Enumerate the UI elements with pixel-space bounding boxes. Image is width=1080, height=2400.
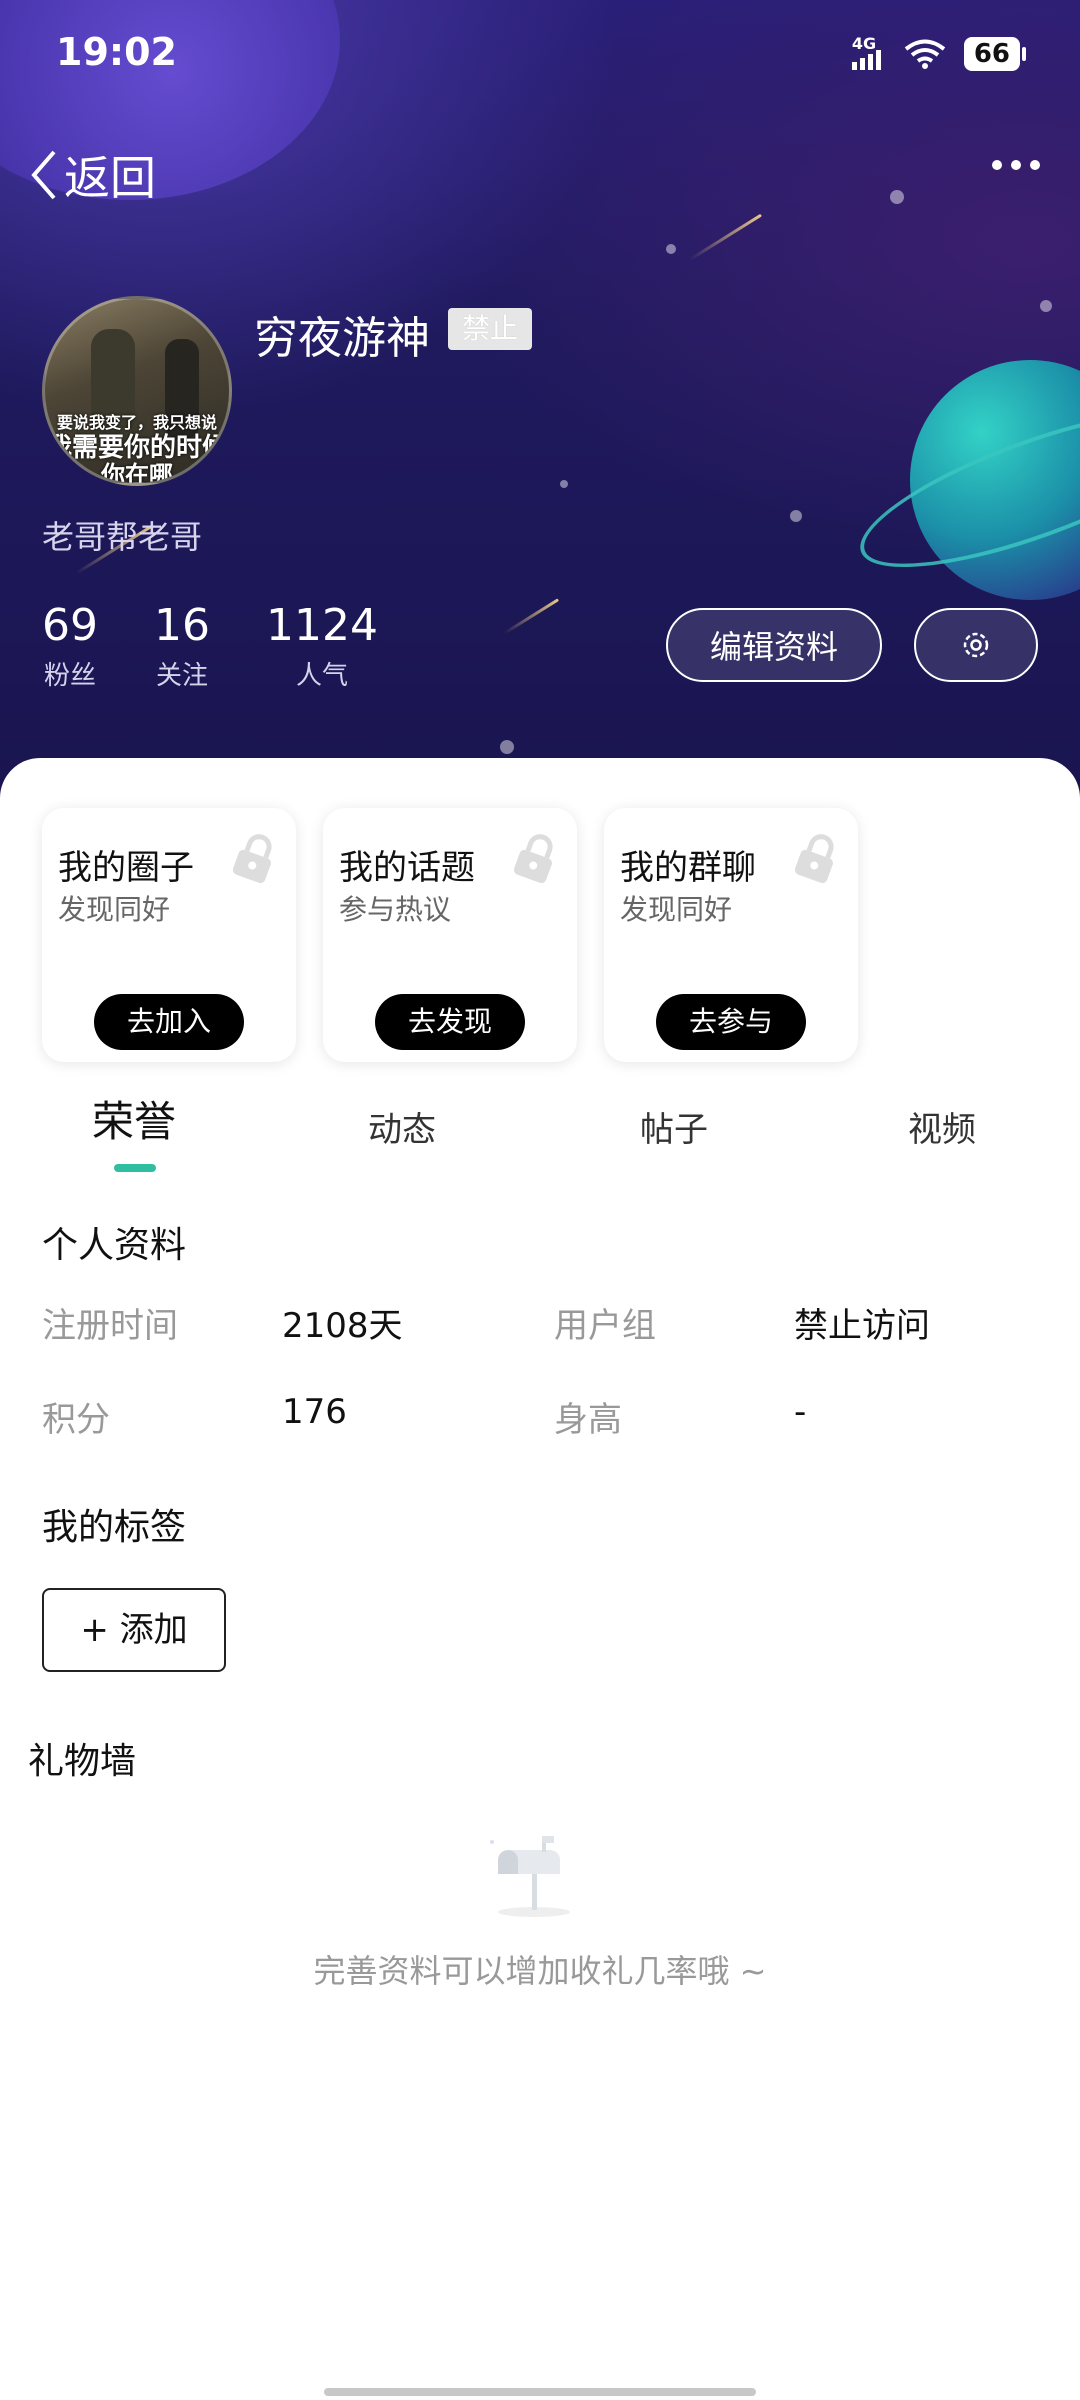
active-tab-indicator [114, 1164, 156, 1172]
discover-button[interactable]: 去发现 [375, 994, 525, 1050]
participate-button[interactable]: 去参与 [656, 994, 806, 1050]
chevron-left-icon [31, 150, 56, 200]
card-subtitle: 发现同好 [620, 893, 733, 926]
card-title: 我的圈子 [58, 848, 194, 888]
stat-fans[interactable]: 69 粉丝 [42, 600, 98, 692]
battery-level: 66 [973, 39, 1010, 69]
settings-button[interactable] [914, 608, 1038, 682]
back-button[interactable]: 返回 [28, 142, 156, 208]
info-value: 2108天 [282, 1306, 403, 1346]
avatar-caption: 你在哪 [101, 461, 173, 486]
home-indicator[interactable] [324, 2388, 756, 2396]
mailbox-icon [490, 1836, 570, 1917]
stat-label: 关注 [155, 661, 208, 691]
meteor-decoration [503, 598, 560, 635]
cellular-signal-icon: 4G [851, 34, 886, 74]
user-stats: 69 粉丝 16 关注 1124 人气 [42, 600, 434, 692]
info-value: 禁止访问 [794, 1306, 930, 1346]
star-decoration [1040, 300, 1052, 312]
add-tag-button[interactable]: + 添加 [42, 1588, 226, 1672]
status-time: 19:02 [56, 30, 177, 74]
info-value: 176 [282, 1392, 347, 1432]
profile-tabs: 荣誉 动态 帖子 视频 [0, 1090, 1080, 1180]
star-decoration [666, 244, 676, 254]
status-badge-label: 禁止 [462, 312, 519, 345]
edit-profile-button[interactable]: 编辑资料 [666, 608, 882, 682]
info-label: 身高 [554, 1400, 622, 1440]
lock-icon [513, 834, 553, 884]
info-label: 注册时间 [42, 1306, 178, 1346]
gift-wall-title: 礼物墙 [28, 1741, 137, 1782]
meteor-decoration [689, 213, 763, 261]
status-badge: 禁止 [448, 308, 533, 350]
stat-value: 1124 [266, 600, 378, 651]
card-my-circle[interactable]: 我的圈子 发现同好 去加入 [42, 808, 296, 1062]
lock-icon [232, 834, 272, 884]
back-label: 返回 [64, 151, 156, 205]
tab-honor[interactable]: 荣誉 [92, 1088, 176, 1149]
stat-label: 人气 [295, 661, 348, 691]
stat-value: 69 [42, 600, 98, 651]
stat-label: 粉丝 [43, 661, 96, 691]
battery-icon: 66 [963, 37, 1027, 71]
card-my-topics[interactable]: 我的话题 参与热议 去发现 [323, 808, 577, 1062]
gift-wall-empty-message: 完善资料可以增加收礼几率哦 ~ [313, 1952, 767, 1990]
lock-icon [794, 834, 834, 884]
wifi-icon [904, 39, 946, 69]
card-title: 我的话题 [339, 848, 475, 888]
tab-posts[interactable]: 帖子 [640, 1102, 708, 1151]
card-subtitle: 发现同好 [58, 893, 171, 926]
card-subtitle: 参与热议 [339, 893, 452, 926]
star-decoration [790, 510, 802, 522]
card-title: 我的群聊 [620, 848, 756, 888]
more-options-icon[interactable] [992, 160, 1040, 170]
personal-info-title: 个人资料 [42, 1225, 187, 1266]
stat-value: 16 [154, 600, 210, 651]
star-decoration [500, 740, 514, 754]
my-tags-title: 我的标签 [42, 1507, 187, 1548]
info-label: 积分 [42, 1400, 110, 1440]
username: 穷夜游神 [254, 313, 430, 364]
status-icons: 4G 66 [851, 34, 1027, 74]
avatar[interactable]: 要说我变了，我只想说 我需要你的时候 你在哪 [42, 296, 232, 486]
card-my-group-chats[interactable]: 我的群聊 发现同好 去参与 [604, 808, 858, 1062]
user-bio: 老哥帮老哥 [42, 518, 203, 556]
tab-videos[interactable]: 视频 [908, 1102, 976, 1151]
info-value: - [794, 1392, 807, 1432]
star-decoration [560, 480, 568, 488]
info-label: 用户组 [554, 1306, 656, 1346]
tab-activity[interactable]: 动态 [368, 1102, 436, 1151]
stat-popularity[interactable]: 1124 人气 [266, 600, 378, 692]
join-button[interactable]: 去加入 [94, 994, 244, 1050]
stat-following[interactable]: 16 关注 [154, 600, 210, 692]
star-decoration [890, 190, 904, 204]
gear-icon [963, 632, 989, 658]
